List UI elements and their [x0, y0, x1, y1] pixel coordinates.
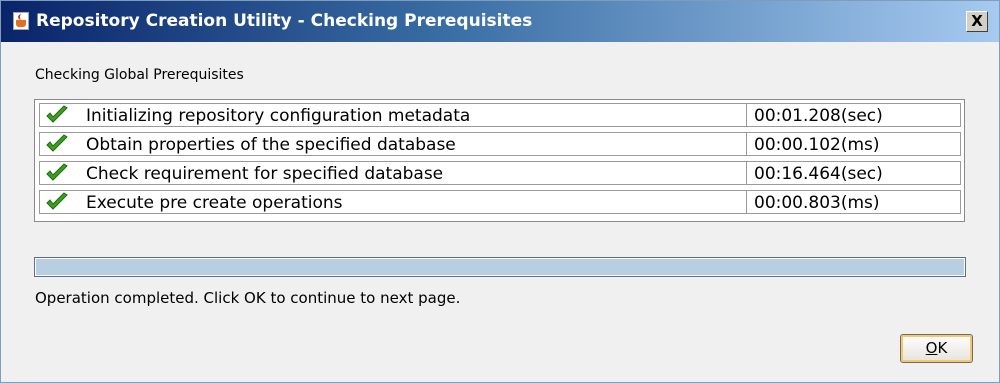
progress-bar	[34, 257, 966, 277]
check-name: Initializing repository configuration me…	[86, 106, 471, 126]
column-divider	[746, 133, 747, 155]
check-name: Check requirement for specified database	[86, 164, 444, 184]
title-bar[interactable]: Repository Creation Utility - Checking P…	[1, 1, 999, 42]
window-title: Repository Creation Utility - Checking P…	[36, 11, 533, 31]
table-row: Execute pre create operations 00:00.803(…	[39, 190, 961, 214]
ok-label-rest: K	[937, 339, 948, 357]
column-divider	[746, 191, 747, 213]
check-icon	[46, 105, 68, 123]
check-name: Obtain properties of the specified datab…	[86, 135, 456, 155]
check-icon	[46, 163, 68, 181]
status-message: Operation completed. Click OK to continu…	[35, 289, 461, 307]
table-row: Check requirement for specified database…	[39, 161, 961, 185]
prerequisites-table: Initializing repository configuration me…	[34, 99, 965, 222]
check-icon	[46, 192, 68, 210]
section-label: Checking Global Prerequisites	[35, 67, 244, 83]
check-time: 00:00.102(ms)	[754, 135, 880, 155]
check-icon	[46, 134, 68, 152]
check-time: 00:01.208(sec)	[754, 106, 883, 126]
table-row: Initializing repository configuration me…	[39, 103, 961, 127]
column-divider	[746, 104, 747, 126]
check-time: 00:16.464(sec)	[754, 164, 883, 184]
check-name: Execute pre create operations	[86, 193, 343, 213]
check-time: 00:00.803(ms)	[754, 193, 880, 213]
dialog-window: Repository Creation Utility - Checking P…	[0, 0, 1000, 383]
close-button[interactable]: X	[966, 11, 988, 32]
progress-fill	[36, 259, 964, 275]
table-row: Obtain properties of the specified datab…	[39, 132, 961, 156]
ok-button[interactable]: OK	[900, 334, 973, 363]
java-icon	[13, 12, 29, 30]
column-divider	[746, 162, 747, 184]
ok-mnemonic: O	[925, 339, 938, 357]
